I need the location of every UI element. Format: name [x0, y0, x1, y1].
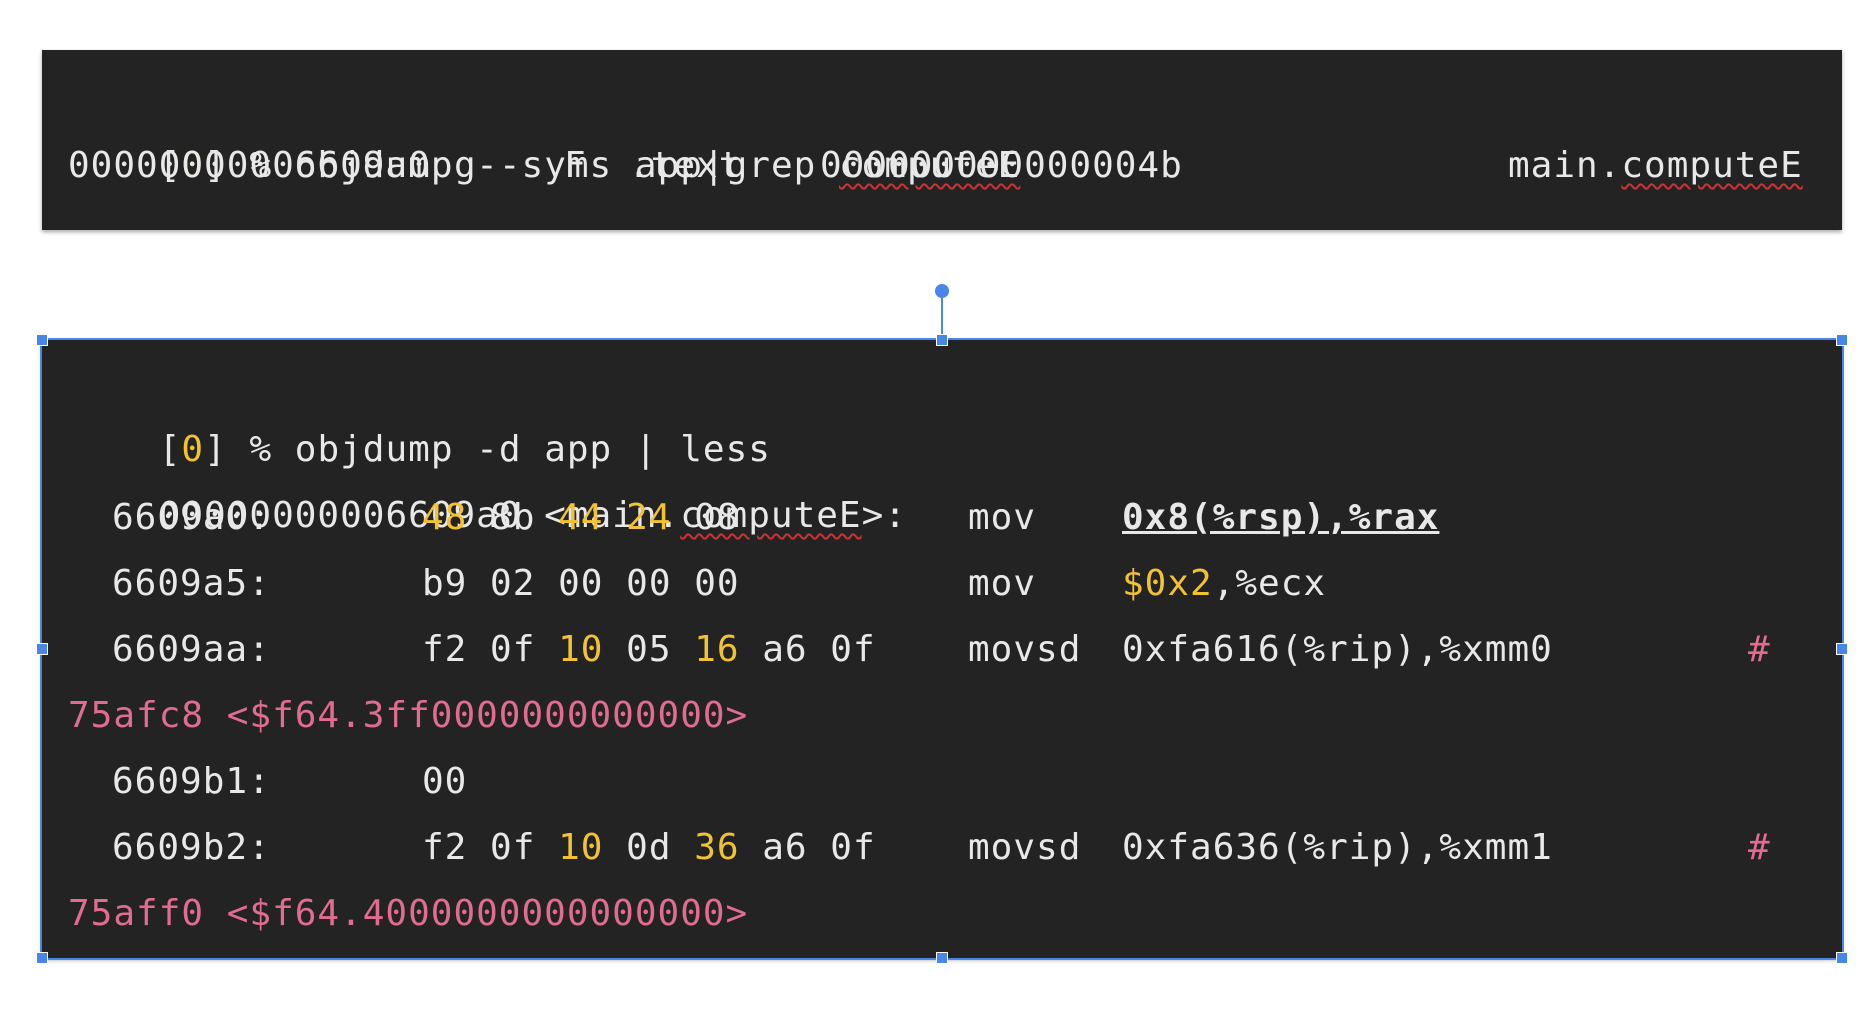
instruction-bytes: b9 02 00 00 00: [422, 552, 740, 616]
instruction-mnemonic: movsd: [968, 827, 1082, 868]
byte: 08: [694, 497, 740, 538]
instruction-operands: $0x2,%ecx: [1122, 552, 1326, 616]
byte: 24: [626, 497, 672, 538]
instruction-address: 6609aa:: [112, 629, 271, 670]
instruction-operands: 0xfa616(%rip),%xmm0: [1122, 629, 1553, 670]
comment-continuation: 75afc8 <$f64.3ff0000000000000>: [68, 695, 749, 736]
instruction-mnemonic: movsd: [968, 629, 1082, 670]
resize-handle-bottom-left[interactable]: [36, 952, 48, 964]
symbol-name-prefix: main.: [1508, 145, 1622, 186]
symbol-name: main.computeE: [1508, 134, 1803, 198]
comment-hash: #: [1748, 827, 1771, 868]
instruction-bytes: f2 0f 10 05 16 a6 0f: [422, 618, 876, 682]
resize-handle-right[interactable]: [1836, 643, 1848, 655]
code-block-disassembly[interactable]: [0] % objdump -d app | less 000000000066…: [40, 338, 1844, 960]
byte: 36: [694, 827, 740, 868]
resize-handle-top[interactable]: [936, 334, 948, 346]
instruction-operands: 0x8(%rsp),%rax: [1122, 497, 1440, 538]
byte: 8b: [490, 497, 536, 538]
instruction-mnemonic: mov: [968, 497, 1037, 538]
code-block-syms[interactable]: [0] % objdump --syms app|grep computeE 0…: [42, 50, 1842, 230]
byte: 44: [558, 497, 604, 538]
comment-continuation: 75aff0 <$f64.4000000000000000>: [68, 893, 749, 934]
instruction-mnemonic: mov: [968, 563, 1037, 604]
byte: 16: [694, 629, 740, 670]
byte: 48: [422, 497, 468, 538]
instruction-address: 6609b1:: [112, 761, 271, 802]
byte: 00: [694, 563, 740, 604]
symbol-size: 000000000000004b: [820, 145, 1183, 186]
byte: 10: [558, 827, 604, 868]
disasm-row: 6609a0: 48 8b 44 24 08 mov 0x8(%rsp),%ra…: [68, 486, 1828, 550]
byte: 00: [558, 563, 604, 604]
symbol-scope: g: [454, 145, 477, 186]
instruction-address: 6609a5:: [112, 563, 271, 604]
comment-hash: #: [1748, 629, 1771, 670]
instruction-address: 6609b2:: [112, 827, 271, 868]
function-header: 00000000006609a0 <main.computeE>:: [68, 420, 907, 536]
disasm-row: 6609a5: b9 02 00 00 00 mov $0x2,%ecx: [68, 552, 1828, 616]
byte: a6: [762, 827, 808, 868]
byte: b9: [422, 563, 468, 604]
resize-handle-bottom-right[interactable]: [1836, 952, 1848, 964]
resize-handle-top-left[interactable]: [36, 334, 48, 346]
byte: 0f: [490, 629, 536, 670]
resize-handle-left[interactable]: [36, 643, 48, 655]
symbol-address: 00000000006609a0: [68, 145, 431, 186]
byte: 0f: [490, 827, 536, 868]
byte: 0f: [830, 827, 876, 868]
instruction-operands: 0xfa636(%rip),%xmm1: [1122, 827, 1553, 868]
byte: 00: [626, 563, 672, 604]
syms-command-line: [0] % objdump --syms app|grep computeE: [68, 70, 1020, 186]
byte: 02: [490, 563, 536, 604]
byte: a6: [762, 629, 808, 670]
byte: 0d: [626, 827, 672, 868]
instruction-bytes: f2 0f 10 0d 36 a6 0f: [422, 816, 876, 880]
byte: 0f: [830, 629, 876, 670]
resize-handle-bottom[interactable]: [936, 952, 948, 964]
immediate-operand: $0x2: [1122, 563, 1213, 604]
symbol-table-row: 00000000006609a0 g F .text 0000000000000…: [68, 134, 1828, 198]
disasm-row: 6609b2: f2 0f 10 0d 36 a6 0f movsd 0xfa6…: [68, 816, 1828, 880]
register-operand: ,%ecx: [1212, 563, 1327, 604]
instruction-address: 6609a0:: [112, 497, 271, 538]
instruction-bytes: 48 8b 44 24 08: [422, 486, 740, 550]
instruction-bytes: 00: [422, 750, 467, 814]
symbol-section: .text: [628, 145, 742, 186]
rotation-handle[interactable]: [935, 284, 949, 298]
rotation-handle-stem: [941, 292, 943, 334]
byte: 10: [558, 629, 604, 670]
spellcheck-word: computeE: [1621, 145, 1803, 186]
resize-handle-top-right[interactable]: [1836, 334, 1848, 346]
byte: 05: [626, 629, 672, 670]
byte: f2: [422, 629, 468, 670]
byte: f2: [422, 827, 468, 868]
disasm-command-line: [0] % objdump -d app | less: [68, 354, 771, 470]
symbol-type: F: [564, 145, 587, 186]
byte: 00: [422, 761, 468, 802]
disasm-row: 6609aa: f2 0f 10 05 16 a6 0f movsd 0xfa6…: [68, 618, 1828, 682]
disasm-row: 6609b1: 00: [68, 750, 1828, 814]
